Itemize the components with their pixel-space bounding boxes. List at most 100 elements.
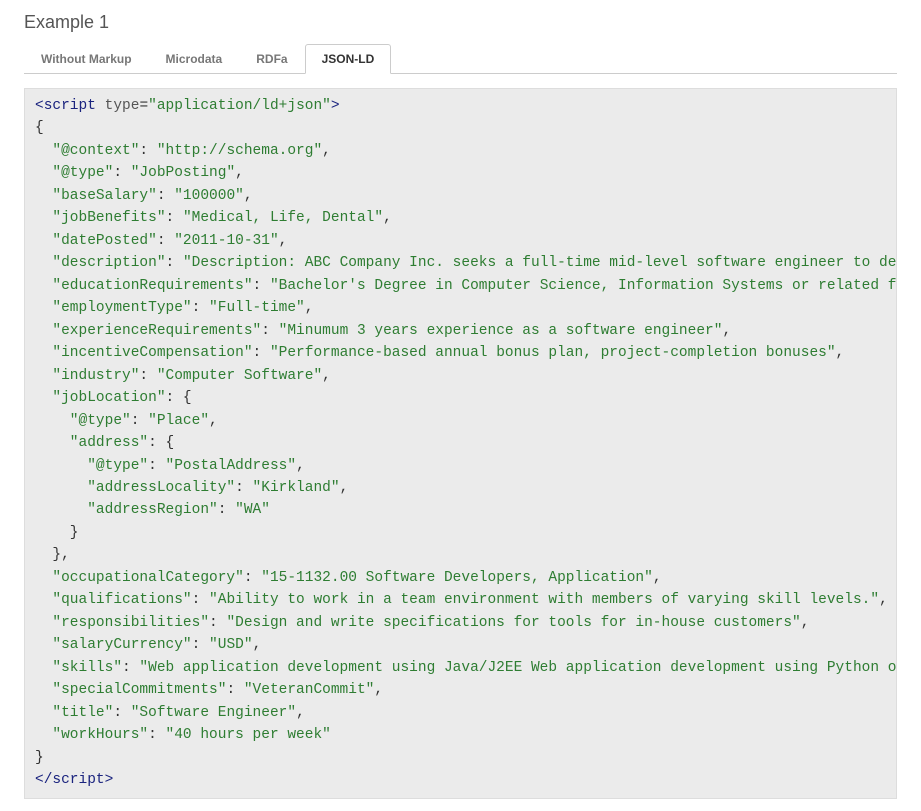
comma: ,	[235, 165, 244, 181]
colon: :	[166, 210, 183, 226]
comma: ,	[209, 413, 218, 429]
brace-open: {	[35, 120, 44, 136]
colon: :	[209, 615, 226, 631]
key-responsibilities: "responsibilities"	[35, 615, 209, 631]
key-dateposted: "datePosted"	[35, 233, 157, 249]
key-context: "@context"	[35, 143, 139, 159]
colon: :	[131, 413, 148, 429]
tab-jsonld[interactable]: JSON-LD	[305, 44, 392, 74]
key-workhours: "workHours"	[35, 727, 148, 743]
val-specialcommitments: "VeteranCommit"	[244, 682, 375, 698]
colon: :	[253, 278, 270, 294]
val-postaladdress: "PostalAddress"	[166, 458, 297, 474]
val-dateposted: "2011-10-31"	[174, 233, 278, 249]
key-basesalary: "baseSalary"	[35, 188, 157, 204]
val-incentivecompensation: "Performance-based annual bonus plan, pr…	[270, 345, 836, 361]
val-jobbenefits: "Medical, Life, Dental"	[183, 210, 383, 226]
colon: :	[253, 345, 270, 361]
colon: :	[166, 255, 183, 271]
val-place: "Place"	[148, 413, 209, 429]
colon: :	[148, 458, 165, 474]
colon: :	[244, 570, 261, 586]
val-industry: "Computer Software"	[157, 368, 322, 384]
code-container[interactable]: <script type="application/ld+json"> { "@…	[24, 88, 897, 799]
key-experiencerequirements: "experienceRequirements"	[35, 323, 261, 339]
tab-rdfa[interactable]: RDFa	[239, 44, 304, 74]
key-specialcommitments: "specialCommitments"	[35, 682, 226, 698]
key-jobbenefits: "jobBenefits"	[35, 210, 166, 226]
script-open-tag: <script	[35, 98, 96, 114]
tab-without-markup[interactable]: Without Markup	[24, 44, 149, 74]
val-employmenttype: "Full-time"	[209, 300, 305, 316]
attr-name: type	[96, 98, 140, 114]
colon: :	[235, 480, 252, 496]
colon: :	[113, 705, 130, 721]
colon: :	[192, 300, 209, 316]
val-context: "http://schema.org"	[157, 143, 322, 159]
val-responsibilities: "Design and write specifications for too…	[226, 615, 800, 631]
colon: :	[139, 143, 156, 159]
comma: ,	[253, 637, 262, 653]
brace-close: }	[35, 750, 44, 766]
val-salarycurrency: "USD"	[209, 637, 253, 653]
val-occupationalcategory: "15-1132.00 Software Developers, Applica…	[261, 570, 653, 586]
val-workhours: "40 hours per week"	[166, 727, 331, 743]
comma: ,	[722, 323, 731, 339]
comma: ,	[653, 570, 662, 586]
script-close-tag: </script>	[35, 772, 113, 788]
val-basesalary: "100000"	[174, 188, 244, 204]
val-type: "JobPosting"	[131, 165, 235, 181]
colon: :	[157, 188, 174, 204]
val-skills: "Web application development using Java/…	[139, 660, 897, 676]
colon: :	[226, 682, 243, 698]
comma: ,	[383, 210, 392, 226]
key-occupationalcategory: "occupationalCategory"	[35, 570, 244, 586]
key-postaladdress-type: "@type"	[35, 458, 148, 474]
val-title: "Software Engineer"	[131, 705, 296, 721]
outer-brace-close: },	[35, 547, 70, 563]
val-description: "Description: ABC Company Inc. seeks a f…	[183, 255, 897, 271]
key-skills: "skills"	[35, 660, 122, 676]
val-addresslocality: "Kirkland"	[253, 480, 340, 496]
inner-brace-close: }	[35, 525, 79, 541]
key-address: "address"	[35, 435, 148, 451]
comma: ,	[879, 592, 888, 608]
val-experiencerequirements: "Minumum 3 years experience as a softwar…	[279, 323, 723, 339]
comma: ,	[322, 143, 331, 159]
colon: :	[113, 165, 130, 181]
colon: :	[139, 368, 156, 384]
comma: ,	[296, 705, 305, 721]
colon: :	[261, 323, 278, 339]
key-addressregion: "addressRegion"	[35, 502, 218, 518]
comma: ,	[374, 682, 383, 698]
key-employmenttype: "employmentType"	[35, 300, 192, 316]
comma: ,	[340, 480, 349, 496]
key-place-type: "@type"	[35, 413, 131, 429]
colon: :	[157, 233, 174, 249]
comma: ,	[322, 368, 331, 384]
comma: ,	[305, 300, 314, 316]
attr-value: "application/ld+json"	[148, 98, 331, 114]
val-educationrequirements: "Bachelor's Degree in Computer Science, …	[270, 278, 897, 294]
tabs-bar: Without Markup Microdata RDFa JSON-LD	[24, 43, 897, 74]
colon: :	[192, 592, 209, 608]
tag-close-angle: >	[331, 98, 340, 114]
val-addressregion: "WA"	[235, 502, 270, 518]
val-qualifications: "Ability to work in a team environment w…	[209, 592, 879, 608]
key-description: "description"	[35, 255, 166, 271]
code-block: <script type="application/ld+json"> { "@…	[25, 89, 896, 798]
comma: ,	[279, 233, 288, 249]
key-addresslocality: "addressLocality"	[35, 480, 235, 496]
comma: ,	[836, 345, 845, 361]
key-industry: "industry"	[35, 368, 139, 384]
key-joblocation: "jobLocation"	[35, 390, 166, 406]
colon: :	[218, 502, 235, 518]
key-incentivecompensation: "incentiveCompensation"	[35, 345, 253, 361]
punc-eq: =	[139, 98, 148, 114]
key-type: "@type"	[35, 165, 113, 181]
tab-microdata[interactable]: Microdata	[149, 44, 240, 74]
comma: ,	[296, 458, 305, 474]
brace-open-inline: : {	[166, 390, 192, 406]
key-educationrequirements: "educationRequirements"	[35, 278, 253, 294]
example-title: Example 1	[24, 12, 897, 33]
